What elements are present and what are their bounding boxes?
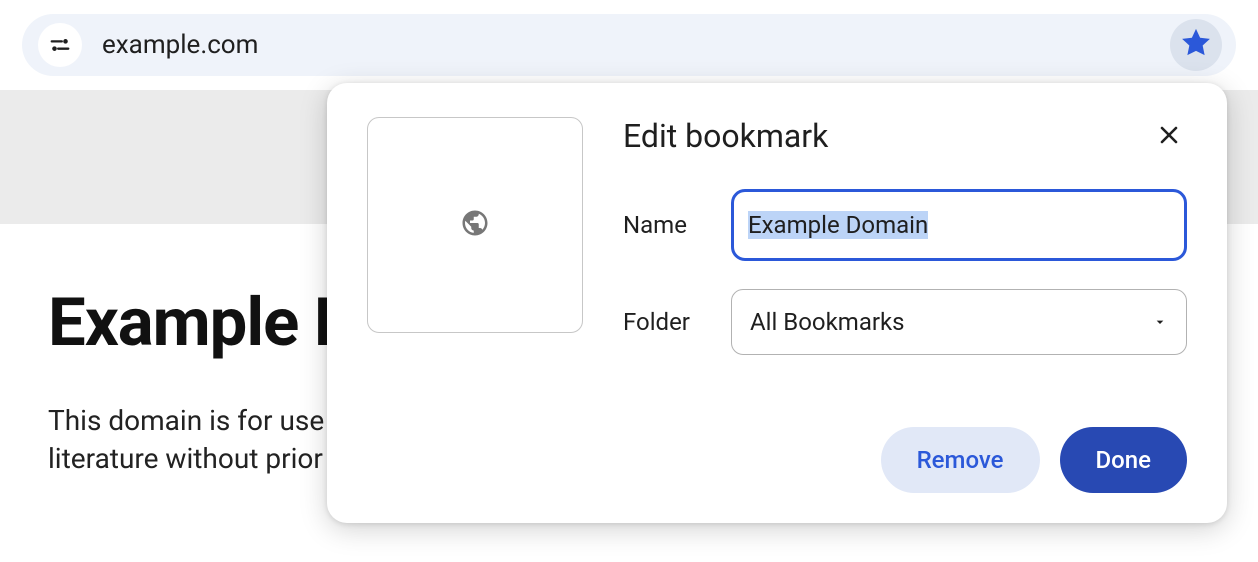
omnibox[interactable]: example.com	[22, 14, 1236, 76]
close-icon	[1157, 123, 1181, 150]
popover-body: Edit bookmark Name Folder All Bookmarks	[623, 117, 1187, 493]
close-button[interactable]	[1151, 118, 1187, 154]
folder-label: Folder	[623, 308, 731, 336]
chevron-down-icon	[1152, 308, 1168, 336]
popover-header: Edit bookmark	[623, 117, 1187, 155]
name-row: Name	[623, 189, 1187, 261]
tune-icon	[49, 34, 71, 56]
folder-selected-value: All Bookmarks	[750, 308, 905, 336]
edit-bookmark-popover: Edit bookmark Name Folder All Bookmarks	[327, 83, 1227, 523]
popover-actions: Remove Done	[623, 427, 1187, 493]
globe-icon	[460, 208, 490, 242]
bookmark-thumbnail	[367, 117, 583, 333]
remove-button[interactable]: Remove	[881, 427, 1040, 493]
site-settings-button[interactable]	[38, 23, 82, 67]
folder-select[interactable]: All Bookmarks	[731, 289, 1187, 355]
bookmark-star-button[interactable]	[1170, 19, 1222, 71]
star-filled-icon	[1179, 26, 1213, 64]
done-button[interactable]: Done	[1060, 427, 1188, 493]
name-input[interactable]	[731, 189, 1187, 261]
name-label: Name	[623, 211, 731, 239]
popover-title: Edit bookmark	[623, 117, 828, 155]
url-text[interactable]: example.com	[102, 30, 1170, 60]
address-bar: example.com	[0, 0, 1258, 90]
folder-row: Folder All Bookmarks	[623, 289, 1187, 355]
